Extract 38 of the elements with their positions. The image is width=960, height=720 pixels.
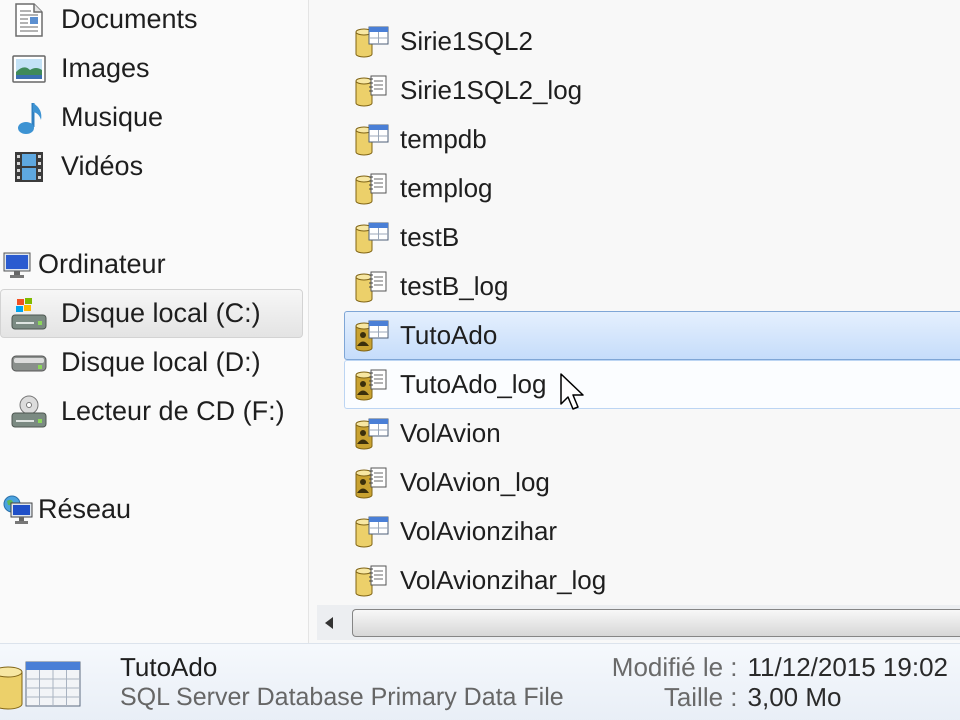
file-row[interactable]: VolAvionzihar bbox=[344, 507, 960, 556]
nav-item[interactable]: Disque local (D:) bbox=[0, 338, 303, 387]
film-strip-icon bbox=[14, 150, 44, 182]
property-label: Taille : bbox=[662, 682, 738, 712]
document-icon bbox=[14, 2, 44, 36]
file-row[interactable]: Sirie1SQL2_log bbox=[344, 66, 960, 115]
file-row[interactable]: TutoAdo_log bbox=[344, 360, 960, 409]
file-row[interactable]: VolAvion_log bbox=[344, 458, 960, 507]
nav-item[interactable]: Disque local (C:) bbox=[0, 289, 303, 338]
cd-drive-icon bbox=[11, 394, 47, 428]
nav-item[interactable]: Ordinateur bbox=[0, 240, 303, 289]
network-icon bbox=[3, 494, 33, 524]
property-value: 3,00 Mo bbox=[748, 682, 842, 712]
file-row[interactable]: TutoAdo bbox=[344, 311, 960, 360]
mouse-pointer-icon bbox=[560, 372, 586, 410]
nav-item[interactable]: Réseau bbox=[0, 485, 303, 534]
property-value: 11/12/2015 19:02 bbox=[748, 652, 948, 682]
file-row[interactable]: tempdb bbox=[344, 115, 960, 164]
file-row[interactable]: Sirie1SQL2 bbox=[344, 17, 960, 66]
hard-drive-icon bbox=[11, 352, 47, 372]
file-row[interactable]: testB_log bbox=[344, 262, 960, 311]
file-row[interactable]: testB bbox=[344, 213, 960, 262]
nav-item[interactable]: Musique bbox=[0, 93, 303, 142]
picture-icon bbox=[12, 54, 46, 82]
computer-icon bbox=[3, 250, 31, 278]
file-name: TutoAdo bbox=[120, 652, 218, 682]
property-label: Modifié le : bbox=[612, 652, 738, 682]
nav-item[interactable]: Images bbox=[0, 44, 303, 93]
nav-item[interactable]: Lecteur de CD (F:) bbox=[0, 387, 303, 436]
flag-drive-icon bbox=[11, 296, 47, 330]
scroll-left-icon[interactable] bbox=[325, 616, 333, 628]
scrollbar-thumb[interactable] bbox=[352, 608, 960, 636]
nav-item[interactable]: Vidéos bbox=[0, 142, 303, 191]
file-type: SQL Server Database Primary Data File bbox=[120, 682, 565, 712]
file-row[interactable]: templog bbox=[344, 164, 960, 213]
file-row[interactable]: VolAvion bbox=[344, 409, 960, 458]
file-row[interactable]: VolAvionzihar_log bbox=[344, 556, 960, 605]
nav-item[interactable]: Documents bbox=[0, 0, 303, 44]
